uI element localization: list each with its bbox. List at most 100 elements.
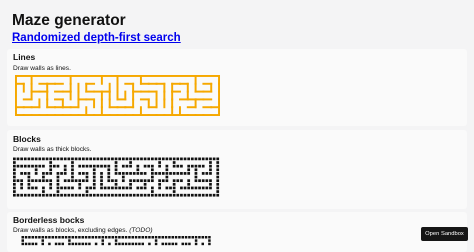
maze-block — [49, 157, 53, 161]
maze-block — [96, 157, 100, 161]
maze-block — [154, 242, 158, 246]
maze-block — [20, 157, 23, 161]
maze-block — [205, 172, 209, 175]
section-heading: Borderless bocks — [13, 215, 85, 225]
todo-note: (TODO) — [129, 227, 153, 234]
maze-block — [71, 172, 74, 175]
maze-block — [201, 242, 204, 246]
maze-block — [13, 157, 16, 161]
maze-block — [16, 179, 20, 183]
maze-block — [147, 179, 151, 183]
maze-block — [216, 164, 220, 168]
maze-block — [56, 186, 60, 190]
maze-block — [103, 157, 107, 161]
maze-block — [49, 186, 53, 190]
maze-block — [140, 172, 143, 175]
maze-block — [54, 242, 58, 246]
maze-block — [34, 179, 38, 183]
maze-block — [151, 236, 154, 239]
maze-block — [92, 157, 96, 161]
maze-block — [181, 242, 184, 246]
maze-block — [13, 172, 16, 175]
maze-block — [216, 168, 220, 172]
maze-block — [187, 193, 191, 197]
maze-block — [201, 179, 205, 183]
maze-block — [161, 242, 164, 246]
maze-block — [13, 179, 16, 183]
maze-block — [13, 168, 16, 172]
maze-block — [13, 175, 16, 179]
maze-block — [74, 236, 78, 239]
maze-block — [56, 157, 60, 161]
section-blocks: Blocks Draw walls as thick blocks. — [7, 130, 467, 209]
maze-block — [201, 193, 205, 197]
maze-block — [121, 236, 124, 239]
maze-block — [144, 236, 148, 239]
maze-block — [100, 175, 103, 179]
maze-block — [34, 168, 38, 172]
maze-wall — [15, 75, 17, 116]
maze-block — [31, 193, 34, 197]
maze-block — [131, 242, 134, 246]
maze-block — [154, 193, 158, 197]
maze-block — [89, 157, 92, 161]
maze-block — [63, 193, 67, 197]
section-description: Draw walls as thick blocks. — [13, 146, 92, 153]
maze-block — [216, 186, 220, 190]
maze-block — [100, 164, 103, 168]
maze-block — [183, 186, 187, 190]
maze-block — [114, 179, 118, 183]
maze-wall — [69, 90, 72, 101]
maze-block — [174, 242, 178, 246]
maze-block — [82, 193, 85, 197]
maze-block — [143, 172, 147, 175]
maze-block — [171, 242, 174, 246]
maze-block — [20, 193, 23, 197]
maze-block — [56, 175, 60, 179]
maze-block — [124, 236, 128, 239]
maze-block — [183, 172, 187, 175]
maze-block — [129, 157, 132, 161]
maze-block — [161, 172, 165, 175]
maze-block — [114, 182, 118, 186]
maze-block — [84, 236, 88, 239]
maze-block — [56, 182, 60, 186]
maze-block — [114, 168, 118, 172]
maze-block — [23, 172, 27, 175]
maze-block — [171, 236, 174, 239]
maze-block — [201, 186, 205, 190]
maze-block — [101, 239, 104, 242]
maze-lines-canvas — [15, 75, 220, 116]
maze-block — [136, 164, 140, 168]
maze-block — [45, 193, 49, 197]
maze-block — [183, 157, 187, 161]
maze-block — [181, 236, 184, 239]
maze-block — [82, 157, 85, 161]
maze-block — [85, 164, 89, 168]
maze-block — [209, 182, 212, 186]
maze-wall — [194, 98, 197, 109]
maze-block — [42, 179, 45, 183]
open-sandbox-button[interactable]: Open Sandbox — [421, 227, 468, 241]
maze-block — [41, 236, 45, 239]
maze-block — [89, 193, 92, 197]
maze-block — [111, 186, 114, 190]
maze-block — [118, 242, 121, 246]
maze-wall — [77, 98, 80, 109]
maze-block — [143, 164, 147, 168]
maze-block — [41, 242, 45, 246]
maze-block — [78, 164, 82, 168]
maze-block — [74, 193, 78, 197]
algorithm-link[interactable]: Randomized depth-first search — [12, 31, 181, 46]
maze-block — [121, 193, 125, 197]
maze-block — [71, 175, 74, 179]
maze-block — [31, 186, 34, 190]
maze-block — [71, 157, 74, 161]
maze-block — [71, 242, 74, 246]
maze-block — [34, 164, 38, 168]
maze-block — [118, 157, 122, 161]
maze-block — [172, 186, 176, 190]
maze-block — [136, 193, 140, 197]
maze-block — [27, 186, 31, 190]
maze-block — [176, 157, 180, 161]
